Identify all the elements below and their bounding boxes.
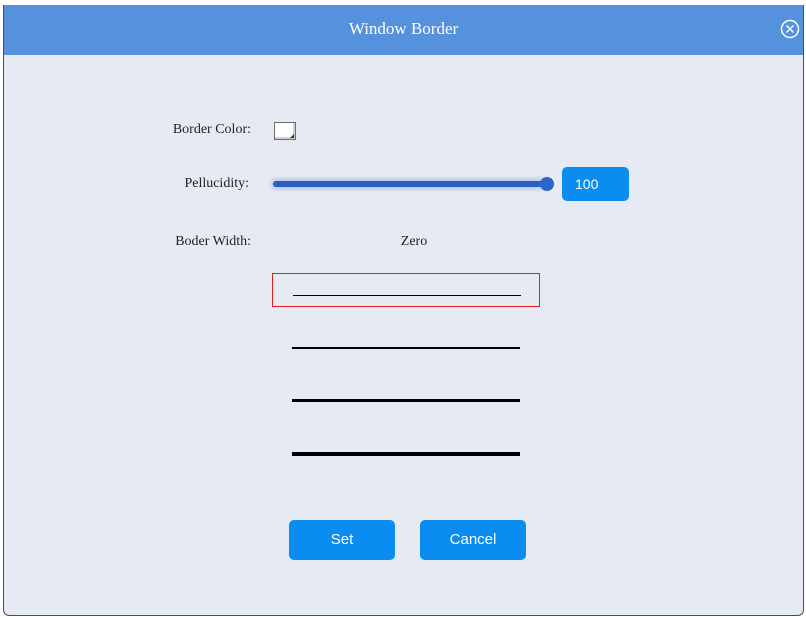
pellucidity-value-input[interactable]: 100: [562, 167, 629, 201]
window-border-dialog: Window Border Border Color: Pellucidity:…: [3, 5, 804, 616]
border-width-value: Zero: [400, 234, 428, 249]
border-color-label: Border Color:: [172, 122, 251, 137]
border-width-option-medium[interactable]: [272, 383, 540, 417]
pellucidity-label: Pellucidity:: [184, 176, 249, 191]
border-width-option-thin[interactable]: [272, 331, 540, 365]
border-color-picker[interactable]: [274, 122, 296, 140]
dialog-title: Window Border: [348, 19, 459, 38]
close-circle-icon[interactable]: [780, 19, 800, 39]
line-sample-thin: [292, 347, 520, 349]
border-width-option-zero[interactable]: [272, 273, 540, 307]
line-sample-zero: [293, 295, 521, 296]
set-button[interactable]: Set: [289, 520, 395, 560]
line-sample-medium: [292, 399, 520, 402]
title-bar: Window Border: [4, 5, 803, 55]
pellucidity-slider-handle[interactable]: [540, 177, 554, 191]
border-width-option-thick[interactable]: [272, 435, 540, 469]
pellucidity-slider[interactable]: [273, 181, 547, 187]
border-width-label: Boder Width:: [175, 234, 251, 249]
dropdown-corner-icon: [290, 134, 294, 138]
line-sample-thick: [292, 452, 520, 456]
cancel-button[interactable]: Cancel: [420, 520, 526, 560]
